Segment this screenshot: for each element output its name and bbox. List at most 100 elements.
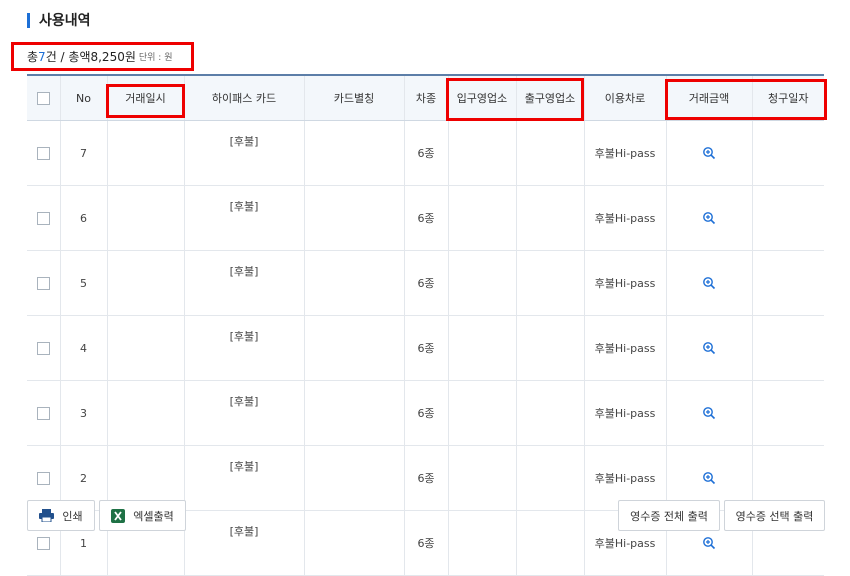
row-entry-office xyxy=(447,120,516,186)
row-select-cell[interactable] xyxy=(27,185,60,251)
header-exit-office: 출구영업소 xyxy=(515,74,584,121)
row-vehicle-type: 6종 xyxy=(403,510,448,576)
row-entry-office xyxy=(447,510,516,576)
row-vehicle-type: 6종 xyxy=(403,250,448,316)
zoom-in-icon[interactable] xyxy=(702,471,716,485)
header-transaction-datetime: 거래일시 xyxy=(106,74,184,121)
table-row: 5 [후불] 6종 후불Hi-pass xyxy=(27,250,824,316)
row-vehicle-type: 6종 xyxy=(403,445,448,511)
print-selected-receipts-label: 영수증 선택 출력 xyxy=(735,509,814,523)
print-all-receipts-label: 영수증 전체 출력 xyxy=(630,509,708,523)
row-select-cell[interactable] xyxy=(27,120,60,186)
zoom-in-icon[interactable] xyxy=(702,341,716,355)
row-entry-office xyxy=(447,445,516,511)
summary-unit: 단위 : 원 xyxy=(138,53,173,63)
section-title: 사용내역 xyxy=(27,11,91,29)
row-amount xyxy=(665,380,752,446)
row-vehicle-type: 6종 xyxy=(403,380,448,446)
row-checkbox[interactable] xyxy=(36,211,50,225)
summary-middle: 건 / 총액 xyxy=(45,50,91,64)
row-select-cell[interactable] xyxy=(27,250,60,316)
row-checkbox[interactable] xyxy=(36,536,50,550)
row-amount xyxy=(665,120,752,186)
zoom-in-icon[interactable] xyxy=(702,276,716,290)
row-transaction-datetime xyxy=(106,185,184,251)
row-checkbox[interactable] xyxy=(36,471,50,485)
row-no: 6 xyxy=(59,185,107,251)
row-select-cell[interactable] xyxy=(27,380,60,446)
row-transaction-datetime xyxy=(106,120,184,186)
row-exit-office xyxy=(515,250,584,316)
row-select-cell[interactable] xyxy=(27,315,60,381)
row-card-alias xyxy=(303,445,404,511)
table-row: 6 [후불] 6종 후불Hi-pass xyxy=(27,185,824,251)
print-selected-receipts-button[interactable]: 영수증 선택 출력 xyxy=(724,500,825,531)
summary-prefix: 총 xyxy=(27,50,39,64)
table-row: 7 [후불] 6종 후불Hi-pass xyxy=(27,120,824,186)
row-card-alias xyxy=(303,380,404,446)
row-checkbox[interactable] xyxy=(36,406,50,420)
table-row: 3 [후불] 6종 후불Hi-pass xyxy=(27,380,824,446)
zoom-in-icon[interactable] xyxy=(702,211,716,225)
header-no: No xyxy=(59,74,107,121)
excel-export-label: 엑셀출력 xyxy=(133,509,174,523)
row-checkbox[interactable] xyxy=(36,341,50,355)
row-hipass-card: [후불] xyxy=(183,315,304,381)
zoom-in-icon[interactable] xyxy=(702,146,716,160)
print-button[interactable]: 인쇄 xyxy=(27,500,95,531)
row-billing-date xyxy=(751,380,824,446)
row-billing-date xyxy=(751,250,824,316)
row-card-alias xyxy=(303,510,404,576)
table-header-row: No 거래일시 하이패스 카드 카드별칭 차종 입구영업소 출구영업소 이용차로… xyxy=(27,74,824,121)
row-billing-date xyxy=(751,120,824,186)
row-hipass-card: [후불] xyxy=(183,445,304,511)
row-no: 4 xyxy=(59,315,107,381)
row-no: 5 xyxy=(59,250,107,316)
header-select-all[interactable] xyxy=(27,74,60,121)
title-accent-bar xyxy=(27,12,30,28)
row-billing-date xyxy=(751,315,824,381)
row-exit-office xyxy=(515,315,584,381)
row-no: 7 xyxy=(59,120,107,186)
row-entry-office xyxy=(447,250,516,316)
row-hipass-card: [후불] xyxy=(183,120,304,186)
row-hipass-card: [후불] xyxy=(183,510,304,576)
row-amount xyxy=(665,250,752,316)
row-entry-office xyxy=(447,380,516,446)
row-lane: 후불Hi-pass xyxy=(583,380,666,446)
zoom-in-icon[interactable] xyxy=(702,536,716,550)
row-transaction-datetime xyxy=(106,315,184,381)
row-amount xyxy=(665,185,752,251)
row-exit-office xyxy=(515,185,584,251)
print-button-label: 인쇄 xyxy=(62,509,83,523)
row-lane: 후불Hi-pass xyxy=(583,185,666,251)
row-hipass-card: [후불] xyxy=(183,185,304,251)
row-transaction-datetime xyxy=(106,380,184,446)
select-all-checkbox[interactable] xyxy=(36,91,50,105)
header-vehicle-type: 차종 xyxy=(403,74,448,121)
row-vehicle-type: 6종 xyxy=(403,315,448,381)
row-exit-office xyxy=(515,380,584,446)
header-hipass-card: 하이패스 카드 xyxy=(183,74,304,121)
page-title: 사용내역 xyxy=(39,13,91,29)
row-exit-office xyxy=(515,510,584,576)
row-vehicle-type: 6종 xyxy=(403,185,448,251)
header-entry-office: 입구영업소 xyxy=(447,74,516,121)
row-entry-office xyxy=(447,185,516,251)
row-no: 3 xyxy=(59,380,107,446)
print-all-receipts-button[interactable]: 영수증 전체 출력 xyxy=(618,500,720,531)
row-billing-date xyxy=(751,185,824,251)
row-checkbox[interactable] xyxy=(36,146,50,160)
row-checkbox[interactable] xyxy=(36,276,50,290)
usage-summary: 총 7 건 / 총액 8,250원 단위 : 원 xyxy=(11,42,194,71)
excel-export-button[interactable]: 엑셀출력 xyxy=(99,500,186,531)
table-row: 4 [후불] 6종 후불Hi-pass xyxy=(27,315,824,381)
row-lane: 후불Hi-pass xyxy=(583,315,666,381)
row-entry-office xyxy=(447,315,516,381)
zoom-in-icon[interactable] xyxy=(702,406,716,420)
header-card-alias: 카드별칭 xyxy=(303,74,404,121)
excel-icon xyxy=(111,508,126,523)
header-lane: 이용차로 xyxy=(583,74,666,121)
header-billing-date: 청구일자 xyxy=(751,74,824,121)
row-card-alias xyxy=(303,250,404,316)
